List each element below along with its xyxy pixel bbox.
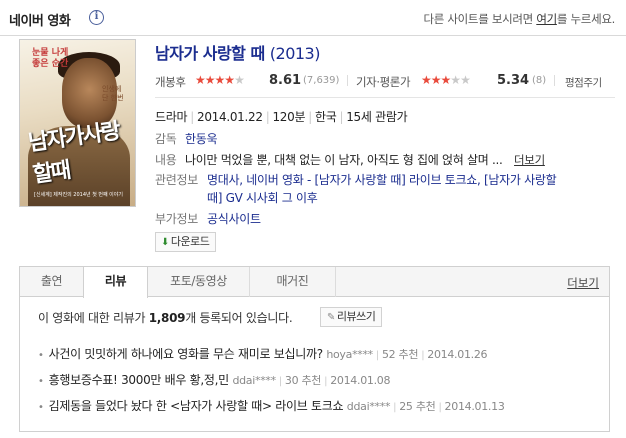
review-summary-prefix: 이 영화에 대한 리뷰가 (38, 311, 149, 325)
notice-suffix: 를 누르세요. (556, 12, 615, 26)
director-label: 감독 (155, 132, 177, 146)
star-icon: ★ (224, 73, 235, 87)
age-grade: 15세 관람가 (346, 110, 408, 124)
related-links-cont[interactable]: 때] GV 시사회 그 이후 (207, 191, 318, 205)
review-title-link[interactable]: 김제동을 들었다 놨다 한 <남자가 사랑할 때> 라이브 토크쇼 (49, 399, 344, 413)
star-icon: ★ (440, 73, 452, 87)
list-item: • 흥행보증수표! 3000만 배우 황,정,민 ddai**** | 30 추천 | 2… (38, 373, 391, 387)
download-button[interactable]: ⬇ 다운로드 (155, 232, 217, 252)
tab-more-link[interactable]: 더보기 (567, 275, 599, 291)
rate-movie-link[interactable]: 평점주기 (565, 75, 602, 90)
review-summary-suffix: 개 등록되어 있습니다. (185, 311, 293, 325)
critic-rating-label: 기자·평론가 (356, 75, 411, 89)
review-author: hoya**** (326, 348, 373, 361)
site-notice: 다른 사이트를 보시려면 여기를 누르세요. (423, 11, 615, 27)
extra-row: 부가정보 공식사이트 (155, 210, 261, 227)
review-date: 2014.01.08 (330, 374, 391, 387)
tab-review[interactable]: 리뷰 (83, 267, 148, 298)
page-header: 네이버 영화 i 다른 사이트를 보시려면 여기를 누르세요. (0, 0, 626, 36)
extra-label: 부가정보 (155, 212, 198, 226)
notice-prefix: 다른 사이트를 보시려면 (423, 12, 537, 26)
plot-text: 나이만 먹었을 뿐, 대책 없는 이 남자, 아직도 형 집에 얹혀 살며 ..… (185, 153, 503, 167)
divider (554, 75, 555, 86)
star-icon: ★ (195, 73, 206, 87)
bullet-icon: • (38, 376, 44, 387)
tab-cast[interactable]: 출연 (20, 267, 84, 297)
star-icon: ★ (450, 73, 461, 87)
bullet-icon: • (38, 402, 44, 413)
star-icon: ★ (421, 73, 432, 87)
review-author: ddai**** (232, 374, 276, 387)
movie-basic-info: 드라마 | 2014.01.22 | 120분 | 한국 | 15세 관람가 (155, 110, 408, 124)
divider (155, 97, 615, 98)
genre[interactable]: 드라마 (155, 110, 188, 124)
review-date: 2014.01.13 (444, 400, 505, 413)
notice-link[interactable]: 여기 (536, 12, 557, 26)
tab-bar: 출연 리뷰 포토/동영상 매거진 더보기 (20, 267, 609, 298)
review-recommend: 30 추천 (284, 374, 322, 387)
movie-year: (2013) (269, 44, 321, 63)
movie-title-text[interactable]: 남자가 사랑할 때 (155, 44, 265, 63)
director-row: 감독 한동욱 (155, 130, 218, 147)
list-item: • 사건이 밋밋하게 하나에요 영화를 무슨 재미로 보십니까? hoya****… (38, 347, 488, 361)
review-date: 2014.01.26 (427, 348, 488, 361)
director-link[interactable]: 한동욱 (185, 132, 218, 146)
plot-more-link[interactable]: 더보기 (514, 153, 545, 167)
list-item: • 김제동을 들었다 놨다 한 <남자가 사랑할 때> 라이브 토크쇼 ddai*… (38, 399, 505, 413)
star-icon: ★ (430, 73, 442, 87)
audience-star-rating: ★★★★★ (195, 73, 245, 87)
review-count: 1,809 (148, 311, 186, 325)
info-icon[interactable]: i (89, 10, 104, 25)
write-review-button[interactable]: ✎ 리뷰쓰기 (320, 307, 383, 327)
audience-rating-label: 개봉후 (155, 75, 186, 89)
movie-poster[interactable]: 눈물 나게 좋은 순간 인생에 단 한번 남자가사랑할때 [신세계] 제작진의 … (19, 39, 136, 207)
country[interactable]: 한국 (315, 110, 337, 124)
release-date: 2014.01.22 (196, 110, 263, 124)
review-summary: 이 영화에 대한 리뷰가 1,809개 등록되어 있습니다. (38, 309, 293, 326)
tab-photo-video[interactable]: 포토/동영상 (148, 267, 250, 297)
poster-copy-1: 눈물 나게 좋은 순간 (32, 48, 69, 69)
audience-score: 8.61 (269, 73, 302, 88)
plot-row: 내용 나이만 먹었을 뿐, 대책 없는 이 남자, 아직도 형 집에 얹혀 살며 … (155, 151, 545, 168)
related-links[interactable]: 명대사, 네이버 영화 - [남자가 사랑할 때] 라이브 토크쇼, [남자가 … (207, 173, 557, 187)
movie-title[interactable]: 남자가 사랑할 때 (2013) (155, 40, 320, 64)
review-recommend: 25 추천 (399, 400, 436, 413)
tab-panel: 출연 리뷰 포토/동영상 매거진 더보기 이 영화에 대한 리뷰가 1,809개… (19, 266, 610, 432)
review-author: ddai**** (346, 400, 391, 413)
rating-row: 개봉후 ★★★★★ 8.61 (7,639) 기자·평론가 ★★★★★ 5.34… (155, 72, 615, 90)
download-label: 다운로드 (170, 235, 210, 248)
official-site-link[interactable]: 공식사이트 (207, 212, 261, 226)
critic-count: (8) (532, 75, 547, 86)
related-row-cont: 때] GV 시사회 그 이후 (207, 189, 318, 206)
star-icon: ★ (234, 73, 245, 87)
tab-magazine[interactable]: 매거진 (250, 267, 336, 297)
audience-count: (7,639) (303, 75, 340, 86)
star-icon: ★ (460, 73, 471, 87)
review-list: • 사건이 밋밋하게 하나에요 영화를 무슨 재미로 보십니까? hoya****… (38, 345, 598, 423)
review-recommend: 52 추천 (381, 348, 419, 361)
review-title-link[interactable]: 사건이 밋밋하게 하나에요 영화를 무슨 재미로 보십니까? (49, 347, 323, 361)
star-icon: ★ (204, 73, 216, 87)
download-icon: ⬇ (161, 237, 169, 248)
poster-copy-2: 인생에 단 한번 (102, 85, 124, 102)
star-icon: ★ (214, 73, 226, 87)
divider (347, 75, 348, 86)
poster-credit: [신세계] 제작진의 2014년 첫 번째 이야기 (34, 192, 123, 198)
review-title-link[interactable]: 흥행보증수표! 3000만 배우 황,정,민 (49, 373, 230, 387)
critic-score: 5.34 (497, 73, 530, 88)
pencil-icon: ✎ (327, 312, 335, 323)
plot-label: 내용 (155, 153, 177, 167)
bullet-icon: • (38, 350, 44, 361)
runtime: 120분 (272, 110, 306, 124)
critic-star-rating: ★★★★★ (421, 73, 471, 87)
write-review-label: 리뷰쓰기 (336, 310, 376, 323)
related-label: 관련정보 (155, 173, 198, 187)
related-row: 관련정보 명대사, 네이버 영화 - [남자가 사랑할 때] 라이브 토크쇼, [… (155, 171, 557, 188)
brand-title[interactable]: 네이버 영화 (9, 10, 71, 29)
